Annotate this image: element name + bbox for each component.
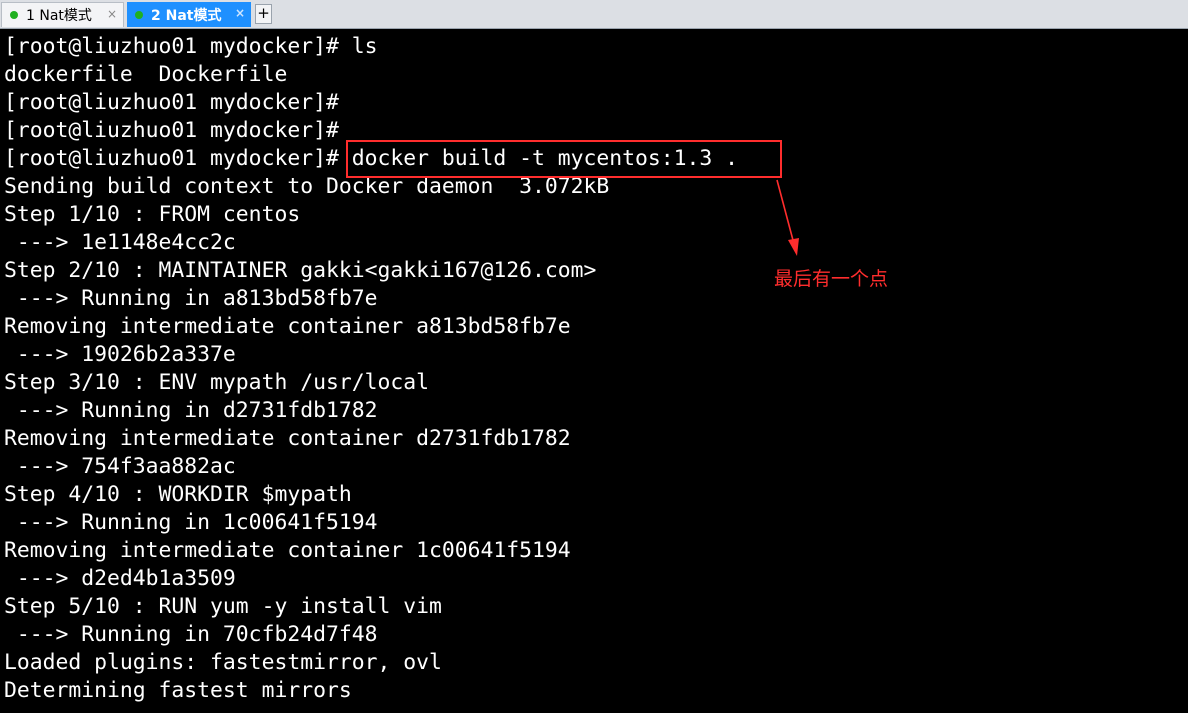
annotation-note: 最后有一个点 [774,268,889,290]
annotation-arrow [776,179,799,256]
